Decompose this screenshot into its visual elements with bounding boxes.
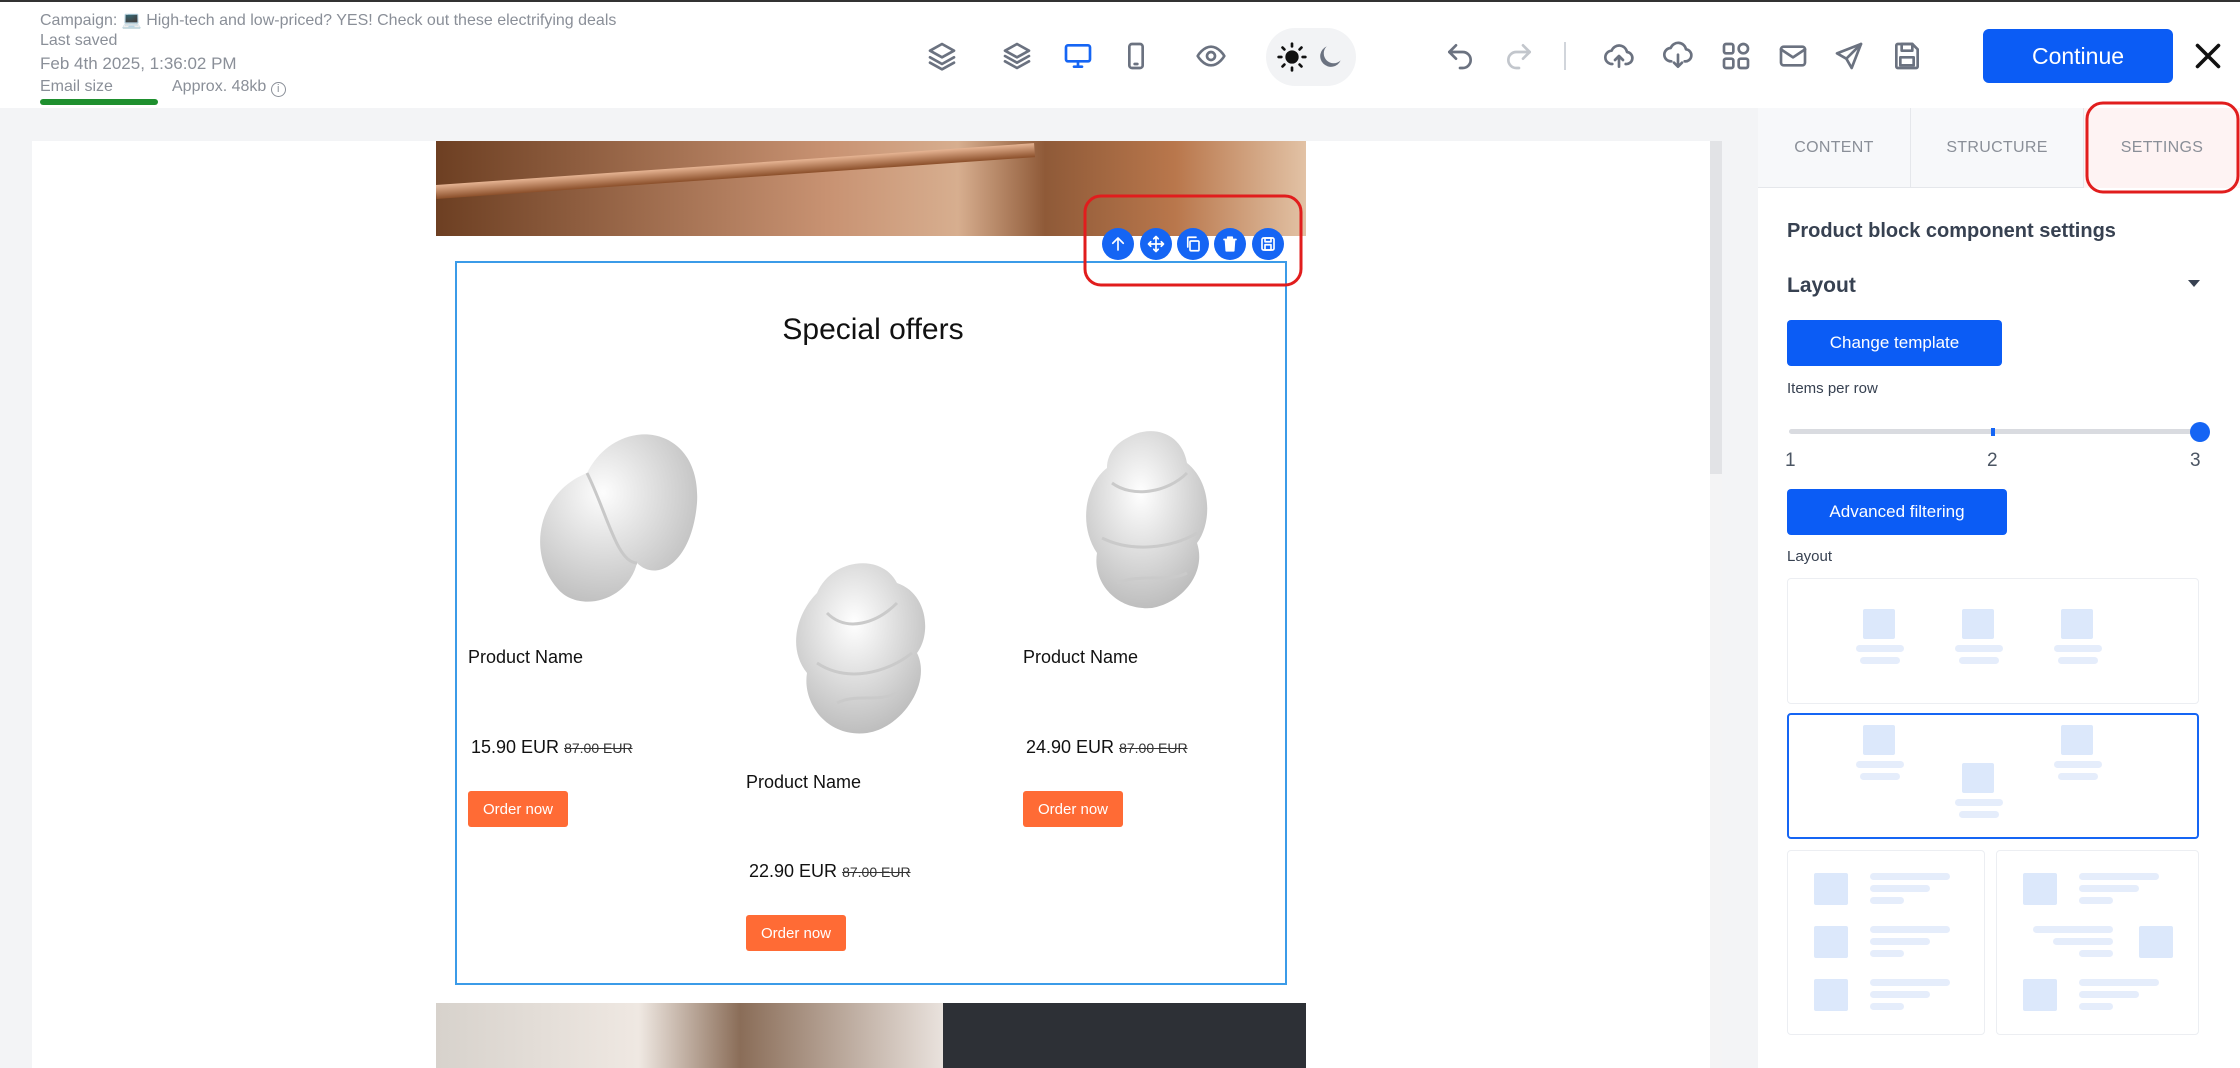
panel-title: Product block component settings [1787,220,2116,242]
product-image-2[interactable] [787,553,937,743]
order-now-button-2[interactable]: Order now [746,915,846,951]
email-size-text: Approx. 48kb [172,78,267,95]
order-now-button-3[interactable]: Order now [1023,791,1123,827]
preview-eye-icon[interactable] [1195,40,1227,72]
save-block-icon[interactable] [1252,228,1284,260]
top-bar: Campaign: 💻 High-tech and low-priced? YE… [0,0,2240,108]
change-template-button[interactable]: Change template [1787,320,2002,366]
upload-cloud-icon[interactable] [1603,40,1635,72]
tab-settings[interactable]: SETTINGS [2084,108,2240,188]
info-icon[interactable]: i [270,82,286,97]
mail-icon[interactable] [1777,40,1809,72]
items-per-row-label: Items per row [1787,380,1878,397]
last-saved-label: Last saved [40,32,118,49]
price-current: 22.90 EUR [749,861,838,881]
email-size-bar [40,99,158,105]
hero-image[interactable] [436,141,1306,236]
moon-icon[interactable] [1314,41,1346,73]
layout-options-label: Layout [1787,548,1833,565]
duplicate-icon[interactable] [1177,228,1209,260]
advanced-filtering-button[interactable]: Advanced filtering [1787,489,2007,535]
email-size-label: Email size [40,78,113,95]
close-icon[interactable] [2190,38,2226,74]
slider-tick-mark [1991,428,1995,436]
theme-toggle[interactable] [1266,28,1356,86]
layout-option-grid-aligned[interactable] [1787,578,2199,704]
delete-trash-icon[interactable] [1214,228,1246,260]
mobile-view-icon[interactable] [1120,40,1152,72]
download-cloud-icon[interactable] [1662,40,1694,72]
price-old: 87.00 EUR [1119,740,1188,756]
modules-grid-icon[interactable] [1720,40,1752,72]
layout-option-list-alternating[interactable] [1996,850,2199,1035]
panel-tabs: CONTENT STRUCTURE SETTINGS [1758,108,2240,188]
product-price-2[interactable]: 22.90 EUR 87.00 EUR [749,861,911,882]
footer-image[interactable] [436,1003,943,1068]
layout-option-grid-staggered[interactable] [1787,713,2199,839]
desktop-view-icon[interactable] [1062,40,1094,72]
price-current: 15.90 EUR [471,737,560,757]
slider-handle[interactable] [2190,422,2210,442]
save-icon[interactable] [1891,40,1923,72]
slider-max-label: 3 [2190,450,2201,471]
slider-min-label: 1 [1785,450,1796,471]
email-preview: Special offers Product Name 15.90 EUR 87… [436,141,1306,1068]
footer-dark-block[interactable] [943,1003,1306,1068]
undo-icon[interactable] [1444,40,1476,72]
redo-icon[interactable] [1503,40,1535,72]
product-name-2[interactable]: Product Name [746,772,861,793]
product-block[interactable]: Special offers Product Name 15.90 EUR 87… [455,261,1287,985]
product-price-3[interactable]: 24.90 EUR 87.00 EUR [1026,737,1188,758]
price-old: 87.00 EUR [842,864,911,880]
chevron-down-icon[interactable] [2188,280,2200,287]
hero-image-rail [436,143,1036,199]
continue-button[interactable]: Continue [1983,29,2173,83]
tab-structure[interactable]: STRUCTURE [1910,108,2084,188]
layers-icon[interactable] [1001,40,1033,72]
product-price-1[interactable]: 15.90 EUR 87.00 EUR [471,737,633,758]
stack-layers-icon[interactable] [926,40,958,72]
drag-move-icon[interactable] [1140,228,1172,260]
slider-mid-label: 2 [1987,450,1998,471]
product-image-3[interactable] [1072,423,1222,613]
settings-panel: CONTENT STRUCTURE SETTINGS Product block… [1758,108,2240,1068]
canvas-scrollbar-thumb[interactable] [1710,141,1722,474]
product-image-1[interactable] [517,413,707,613]
order-now-button-1[interactable]: Order now [468,791,568,827]
email-size-value: Approx. 48kb i [172,78,286,97]
product-name-1[interactable]: Product Name [468,647,583,668]
price-old: 87.00 EUR [564,740,633,756]
product-name-3[interactable]: Product Name [1023,647,1138,668]
price-current: 24.90 EUR [1026,737,1115,757]
move-up-icon[interactable] [1102,228,1134,260]
block-title[interactable]: Special offers [457,313,1289,347]
layout-option-list[interactable] [1787,850,1985,1035]
toolbar-divider [1564,42,1566,70]
sun-icon[interactable] [1276,41,1308,73]
tab-content[interactable]: CONTENT [1758,108,1910,188]
campaign-name: Campaign: 💻 High-tech and low-priced? YE… [40,12,617,29]
layout-section-header[interactable]: Layout [1787,274,1856,298]
last-saved-date: Feb 4th 2025, 1:36:02 PM [40,54,237,73]
send-icon[interactable] [1833,40,1865,72]
